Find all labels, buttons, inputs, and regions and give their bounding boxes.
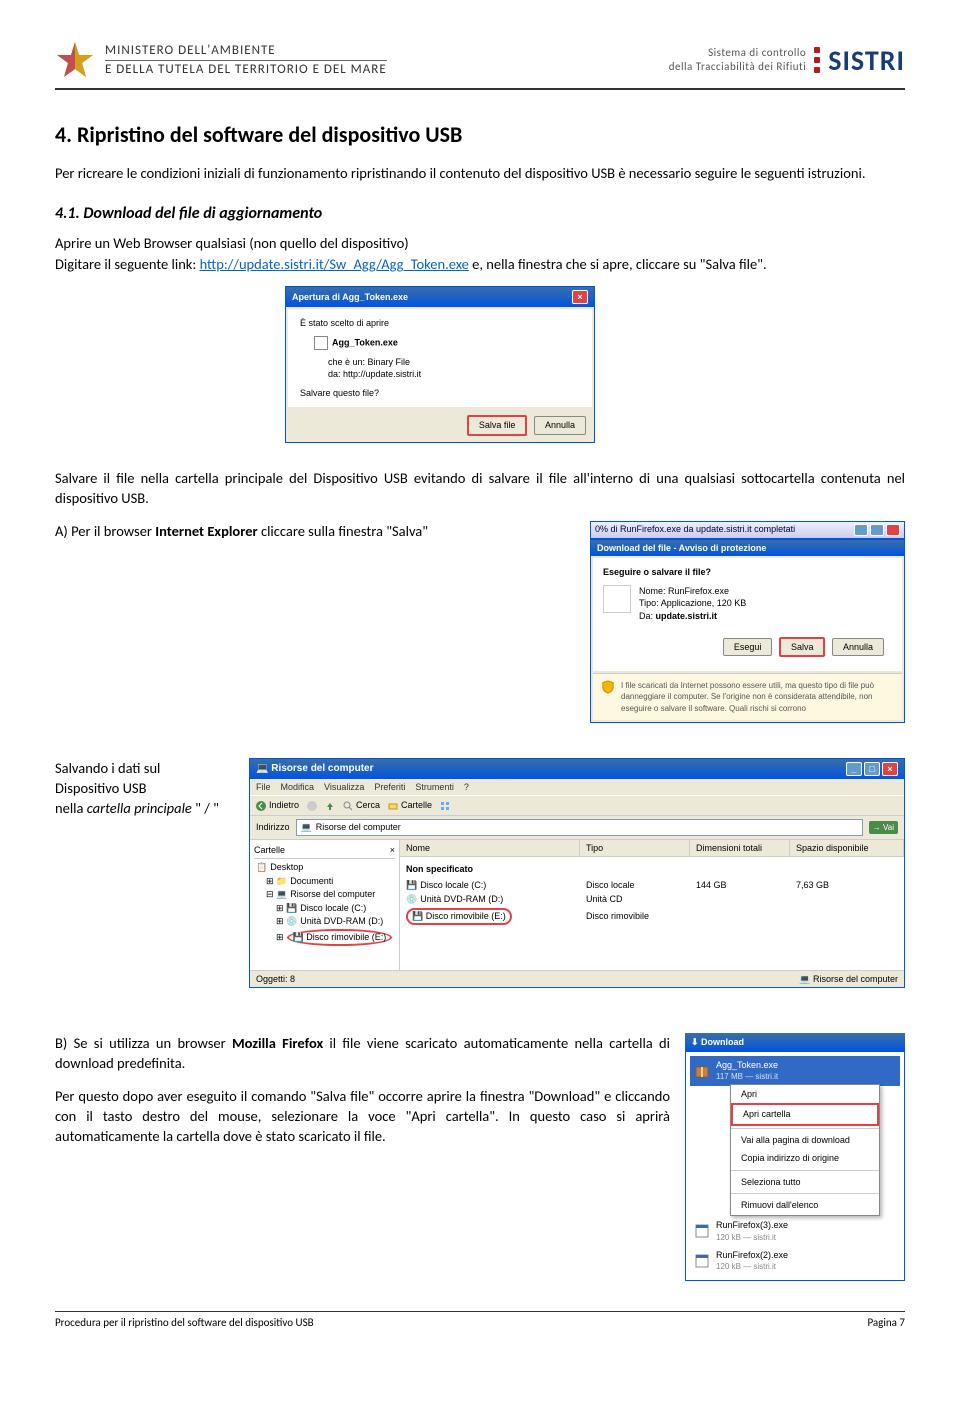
run-button[interactable]: Esegui xyxy=(723,638,773,657)
folders-button[interactable]: Cartelle xyxy=(388,799,432,812)
back-button[interactable]: Indietro xyxy=(256,799,299,812)
download-instructions: Aprire un Web Browser qualsiasi (non que… xyxy=(55,233,905,274)
download-link[interactable]: http://update.sistri.it/Sw_Agg/Agg_Token… xyxy=(200,255,469,273)
col-free[interactable]: Spazio disponibile xyxy=(790,840,904,857)
firefox-save-dialog-screenshot: Apertura di Agg_Token.exe × È stato scel… xyxy=(55,286,905,443)
col-name[interactable]: Nome xyxy=(400,840,580,857)
tree-documents[interactable]: ⊞ 📁 Documenti xyxy=(254,875,395,889)
menu-open[interactable]: Apri xyxy=(731,1085,879,1104)
file-icon xyxy=(314,336,328,350)
page-number: Pagina 7 xyxy=(867,1316,905,1329)
computer-icon: 💻 xyxy=(301,821,312,834)
sistri-tagline: Sistema di controllo della Tracciabilità… xyxy=(669,46,807,75)
exe-file-icon xyxy=(603,585,631,613)
ministry-logo-icon xyxy=(55,40,95,80)
footer-title: Procedura per il ripristino del software… xyxy=(55,1316,314,1329)
shield-icon xyxy=(601,680,615,694)
maximize-icon[interactable]: □ xyxy=(864,762,880,776)
address-input[interactable]: 💻Risorse del computer xyxy=(296,819,863,836)
menu-select-all[interactable]: Seleziona tutto xyxy=(731,1173,879,1192)
tree-removable[interactable]: ⊞ 💾 Disco rimovibile (E:) xyxy=(254,929,395,947)
context-menu: Apri Apri cartella Vai alla pagina di do… xyxy=(730,1084,880,1217)
tree-disk-c[interactable]: ⊞ 💾 Disco locale (C:) xyxy=(254,902,395,916)
up-button[interactable] xyxy=(325,799,335,812)
table-row[interactable]: 💿 Unità DVD-RAM (D:) Unità CD xyxy=(400,892,904,907)
menu-copy-url[interactable]: Copia indirizzo di origine xyxy=(731,1149,879,1168)
content: 4. Ripristino del software del dispositi… xyxy=(55,120,905,1281)
col-size[interactable]: Dimensioni totali xyxy=(690,840,790,857)
table-row[interactable]: 💾 Disco rimovibile (E:) Disco rimovibile xyxy=(400,907,904,926)
ie-progress-bar: 0% di RunFirefox.exe da update.sistri.it… xyxy=(590,521,905,539)
cancel-button[interactable]: Annulla xyxy=(832,638,884,657)
save-button[interactable]: Salva xyxy=(779,637,826,658)
ie-security-warning: I file scaricati da Internet possono ess… xyxy=(593,673,902,720)
menu-help[interactable]: ? xyxy=(464,781,469,794)
status-objects: Oggetti: 8 xyxy=(256,973,295,986)
download-item[interactable]: RunFirefox(2).exe120 kB — sistri.it xyxy=(690,1246,900,1276)
header-left: MINISTERO DELL'AMBIENTE E DELLA TUTELA D… xyxy=(55,40,387,80)
exe-icon xyxy=(694,1253,710,1269)
explorer-menubar: File Modifica Visualizza Preferiti Strum… xyxy=(250,779,904,796)
close-panel-icon[interactable]: × xyxy=(390,844,395,857)
save-location-paragraph: Salvare il file nella cartella principal… xyxy=(55,468,905,509)
minimize-icon[interactable]: _ xyxy=(846,762,862,776)
menu-favorites[interactable]: Preferiti xyxy=(374,781,405,794)
ie-dialog-screenshot: 0% di RunFirefox.exe da update.sistri.it… xyxy=(590,521,905,723)
views-button[interactable] xyxy=(440,799,450,812)
menu-goto-page[interactable]: Vai alla pagina di download xyxy=(731,1131,879,1150)
dialog1-titlebar: Apertura di Agg_Token.exe × xyxy=(286,287,594,307)
save-file-button[interactable]: Salva file xyxy=(467,415,528,436)
tree-desktop[interactable]: 📋 Desktop xyxy=(254,861,395,875)
col-type[interactable]: Tipo xyxy=(580,840,690,857)
firefox-download-screenshot: ⬇ Download Agg_Token.exe117 MB — sistri.… xyxy=(685,1033,905,1281)
ministry-line1: MINISTERO DELL'AMBIENTE xyxy=(105,43,387,61)
page-footer: Procedura per il ripristino del software… xyxy=(55,1311,905,1329)
ministry-line2: E DELLA TUTELA DEL TERRITORIO E DEL MARE xyxy=(105,62,387,78)
sistri-logo: SISTRI xyxy=(828,43,905,78)
explorer-side-text: Salvando i dati sul Dispositivo USB nell… xyxy=(55,758,234,819)
search-button[interactable]: Cerca xyxy=(343,799,380,812)
menu-edit[interactable]: Modifica xyxy=(281,781,315,794)
forward-button[interactable] xyxy=(307,799,317,812)
close-icon[interactable]: × xyxy=(572,290,588,304)
computer-icon: 💻 xyxy=(256,763,268,774)
menu-tools[interactable]: Strumenti xyxy=(415,781,454,794)
table-row[interactable]: 💾 Disco locale (C:) Disco locale 144 GB … xyxy=(400,878,904,893)
cancel-button[interactable]: Annulla xyxy=(534,416,586,435)
exe-icon xyxy=(694,1223,710,1239)
tree-computer[interactable]: ⊟ 💻 Risorse del computer xyxy=(254,888,395,902)
option-b-text: B) Se si utilizza un browser Mozilla Fir… xyxy=(55,1033,670,1158)
ministry-text: MINISTERO DELL'AMBIENTE E DELLA TUTELA D… xyxy=(105,43,387,77)
menu-file[interactable]: File xyxy=(256,781,271,794)
tree-dvd[interactable]: ⊞ 💿 Unità DVD-RAM (D:) xyxy=(254,915,395,929)
menu-open-folder[interactable]: Apri cartella xyxy=(731,1103,879,1126)
intro-paragraph: Per ricreare le condizioni iniziali di f… xyxy=(55,163,905,183)
explorer-window-screenshot: 💻 Risorse del computer _□× File Modifica… xyxy=(249,758,905,988)
download-item[interactable]: RunFirefox(3).exe120 kB — sistri.it xyxy=(690,1216,900,1246)
close-icon[interactable]: × xyxy=(882,762,898,776)
subsection-heading: 4.1. Download del file di aggiornamento xyxy=(55,203,905,225)
option-a-text: A) Per il browser Internet Explorer clic… xyxy=(55,521,575,553)
page-header: MINISTERO DELL'AMBIENTE E DELLA TUTELA D… xyxy=(55,40,905,90)
sistri-dots-icon xyxy=(814,47,820,73)
status-location: 💻 Risorse del computer xyxy=(799,973,898,986)
archive-icon xyxy=(694,1063,710,1079)
ie-dialog-titlebar: Download del file - Avviso di protezione xyxy=(591,540,904,557)
header-right: Sistema di controllo della Tracciabilità… xyxy=(669,43,905,78)
section-heading: 4. Ripristino del software del dispositi… xyxy=(55,120,905,151)
menu-remove[interactable]: Rimuovi dall'elenco xyxy=(731,1196,879,1215)
menu-view[interactable]: Visualizza xyxy=(324,781,364,794)
download-item[interactable]: Agg_Token.exe117 MB — sistri.it xyxy=(690,1056,900,1086)
go-button[interactable]: → Vai xyxy=(869,821,898,834)
